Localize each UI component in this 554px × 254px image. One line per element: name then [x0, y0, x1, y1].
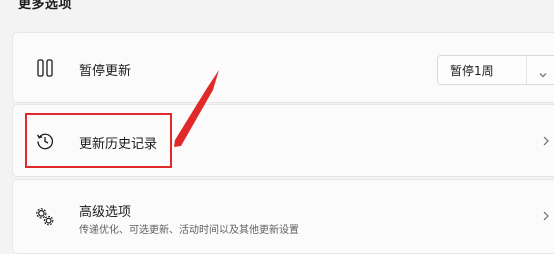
update-history-title: 更新历史记录 — [79, 137, 158, 152]
update-history-row[interactable]: 更新历史记录 — [12, 104, 554, 177]
section-header: 更多选项 — [18, 0, 73, 12]
pause-updates-title: 暂停更新 — [79, 64, 132, 79]
chevron-down-icon[interactable] — [538, 65, 548, 84]
advanced-options-subtitle: 传递优化、可选更新、活动时间以及其他更新设置 — [79, 225, 299, 236]
history-icon — [35, 131, 55, 151]
advanced-options-title: 高级选项 — [79, 205, 132, 220]
gears-icon — [35, 207, 55, 227]
pause-updates-row: 暂停更新 暂停1周 — [12, 32, 554, 103]
advanced-options-row[interactable]: 高级选项 传递优化、可选更新、活动时间以及其他更新设置 — [12, 179, 554, 254]
chevron-right-icon — [541, 210, 551, 225]
chevron-right-icon — [541, 135, 551, 150]
dropdown-divider — [526, 56, 527, 84]
pause-duration-value: 暂停1周 — [450, 63, 494, 78]
pause-icon — [35, 58, 55, 78]
pause-duration-dropdown[interactable]: 暂停1周 — [437, 55, 554, 85]
